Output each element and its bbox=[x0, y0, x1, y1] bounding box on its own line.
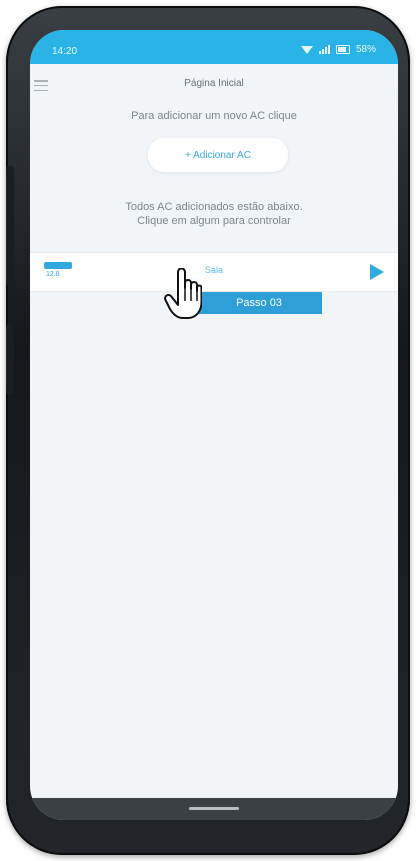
app-screen: 14:20 58% Página Inicial Para adicionar … bbox=[30, 30, 398, 820]
page-title: Página Inicial bbox=[184, 78, 244, 89]
navigation-bar bbox=[30, 798, 398, 820]
add-instruction-text: Para adicionar um novo AC clique bbox=[131, 110, 297, 122]
power-button bbox=[6, 324, 14, 394]
play-icon[interactable] bbox=[370, 264, 384, 280]
tutorial-step-badge: Passo 03 bbox=[196, 292, 322, 314]
phone-frame: 14:20 58% Página Inicial Para adicionar … bbox=[6, 6, 410, 855]
home-indicator[interactable] bbox=[189, 807, 239, 810]
status-icons: 58% bbox=[300, 44, 376, 55]
volume-button bbox=[6, 166, 14, 286]
battery-icon bbox=[335, 45, 350, 54]
battery-percent: 58% bbox=[355, 44, 376, 55]
add-ac-button-label: + Adicionar AC bbox=[185, 149, 251, 161]
status-time: 14:20 bbox=[52, 46, 78, 57]
list-hint-line-1: Todos AC adicionados estão abaixo. bbox=[125, 201, 303, 213]
add-ac-button[interactable]: + Adicionar AC bbox=[148, 138, 288, 172]
list-hint: Todos AC adicionados estão abaixo. Cliqu… bbox=[30, 200, 398, 228]
list-hint-line-2: Clique em algum para controlar bbox=[137, 215, 291, 227]
wifi-icon bbox=[300, 45, 313, 54]
ac-list-item[interactable]: 12.8 Sala bbox=[30, 252, 398, 292]
ac-name: Sala bbox=[204, 265, 223, 275]
signal-icon bbox=[318, 45, 330, 54]
hand-pointer-icon bbox=[164, 268, 202, 319]
tutorial-step-label: Passo 03 bbox=[236, 297, 282, 309]
status-bar: 14:20 58% bbox=[30, 30, 398, 64]
